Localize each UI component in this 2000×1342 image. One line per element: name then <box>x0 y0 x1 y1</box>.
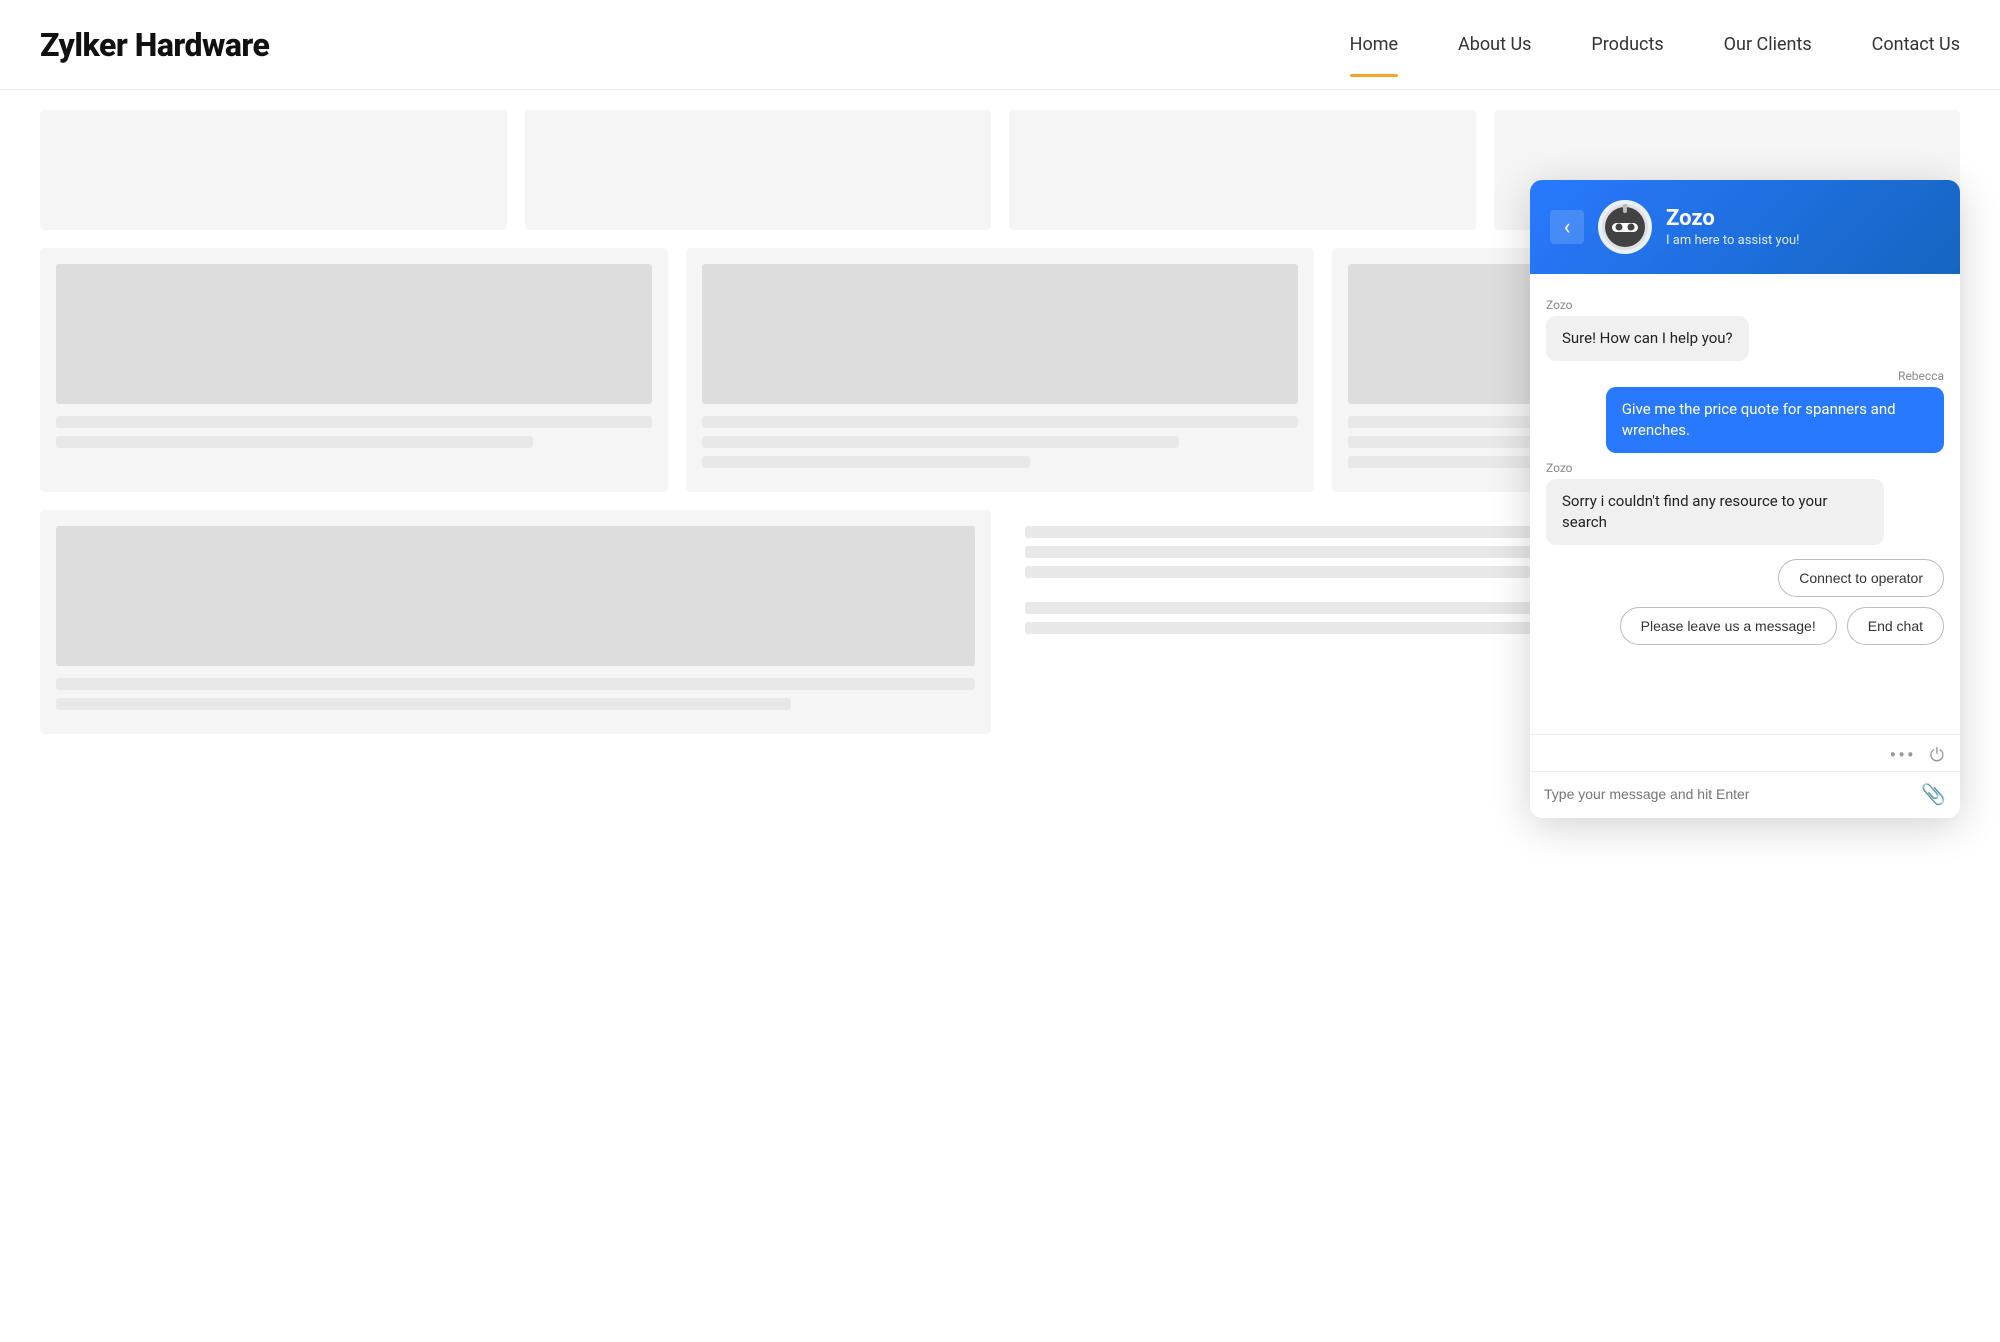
nav-contact[interactable]: Contact Us <box>1872 34 1960 63</box>
skeleton-line <box>1025 566 1530 578</box>
skeleton-content-card <box>40 248 668 492</box>
chat-avatar <box>1598 200 1652 254</box>
skeleton-line <box>56 698 791 710</box>
brand-logo: Zylker Hardware <box>40 26 269 64</box>
chat-body: Zozo Sure! How can I help you? Rebecca G… <box>1530 274 1960 734</box>
chat-input-area: 📎 <box>1530 771 1960 818</box>
bot-avatar-svg <box>1602 204 1648 250</box>
msg-row-user: Rebecca Give me the price quote for span… <box>1546 361 1944 453</box>
chat-footer-bar: ••• ⏻ <box>1530 734 1960 771</box>
msg-bubble-bot-2: Sorry i couldn't find any resource to yo… <box>1546 479 1884 545</box>
chat-bot-name: Zozo <box>1666 206 1940 231</box>
page-content: ‹ Zozo I am here to assi <box>0 90 2000 772</box>
skeleton-line <box>702 436 1179 448</box>
action-buttons: Connect to operator Please leave us a me… <box>1546 559 1944 645</box>
skeleton-line <box>702 456 1030 468</box>
skeleton-line <box>702 416 1298 428</box>
end-chat-button[interactable]: End chat <box>1847 607 1944 645</box>
skeleton-card <box>525 110 992 230</box>
chat-header: ‹ Zozo I am here to assi <box>1530 180 1960 274</box>
msg-bubble-bot-1: Sure! How can I help you? <box>1546 316 1749 361</box>
action-btn-row: Please leave us a message! End chat <box>1620 607 1944 645</box>
msg-sender-zozo-2: Zozo <box>1546 461 1944 475</box>
chat-message-input[interactable] <box>1544 786 1913 802</box>
footer-power-button[interactable]: ⏻ <box>1930 745 1944 766</box>
attachment-icon[interactable]: 📎 <box>1921 782 1946 806</box>
skeleton-card <box>1009 110 1476 230</box>
nav-about[interactable]: About Us <box>1458 34 1531 63</box>
connect-operator-button[interactable]: Connect to operator <box>1778 559 1944 597</box>
chat-widget: ‹ Zozo I am here to assi <box>1530 180 1960 818</box>
skeleton-img <box>56 526 975 666</box>
nav-links: Home About Us Products Our Clients Conta… <box>1350 26 1960 63</box>
chat-back-button[interactable]: ‹ <box>1550 210 1584 244</box>
skeleton-line <box>56 416 652 428</box>
msg-sender-zozo-1: Zozo <box>1546 298 1944 312</box>
chat-bot-subtitle: I am here to assist you! <box>1666 233 1940 248</box>
skeleton-content-card <box>40 510 991 734</box>
footer-dots-button[interactable]: ••• <box>1890 743 1916 767</box>
leave-message-button[interactable]: Please leave us a message! <box>1620 607 1837 645</box>
skeleton-content-card <box>686 248 1314 492</box>
skeleton-line <box>56 678 975 690</box>
msg-sender-rebecca: Rebecca <box>1898 369 1944 383</box>
chat-bot-info: Zozo I am here to assist you! <box>1666 206 1940 248</box>
skeleton-line <box>56 436 533 448</box>
skeleton-img <box>702 264 1298 404</box>
nav-clients[interactable]: Our Clients <box>1724 34 1812 63</box>
msg-bubble-user: Give me the price quote for spanners and… <box>1606 387 1944 453</box>
nav-products[interactable]: Products <box>1591 34 1663 63</box>
nav-home[interactable]: Home <box>1350 34 1398 63</box>
skeleton-img <box>56 264 652 404</box>
skeleton-card <box>40 110 507 230</box>
navbar: Zylker Hardware Home About Us Products O… <box>0 0 2000 90</box>
